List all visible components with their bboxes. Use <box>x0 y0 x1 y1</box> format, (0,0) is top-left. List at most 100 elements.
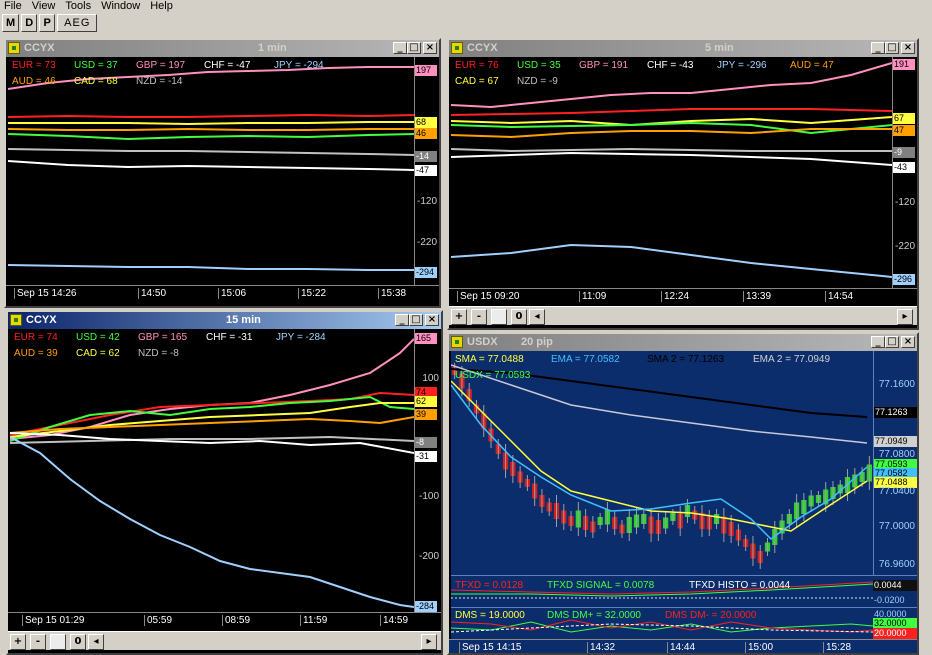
aeg-button[interactable]: AEG <box>57 14 98 32</box>
window-titlebar[interactable]: CCYX 5 min _ □ × <box>449 40 917 57</box>
grid-icon[interactable] <box>491 309 507 325</box>
legend-usdx: USDX = 77.0593 <box>455 370 531 381</box>
legend-eur: EUR = 76 <box>455 60 499 71</box>
time-label: 11:59 <box>300 615 327 626</box>
menu-file[interactable]: File <box>0 0 28 14</box>
close-icon[interactable]: × <box>423 42 437 54</box>
legend-cad: CAD = 68 <box>74 76 118 87</box>
chart-scrollbar[interactable]: + - 0 ◂ ▸ <box>449 306 917 325</box>
maximize-icon[interactable]: □ <box>885 336 899 348</box>
grid-icon[interactable] <box>50 634 66 650</box>
d-button[interactable]: D <box>21 14 38 32</box>
p-button[interactable]: P <box>39 14 56 32</box>
legend-chf: CHF = -31 <box>206 332 253 343</box>
zoom-out-button[interactable]: - <box>471 309 487 325</box>
chart-app-icon <box>451 336 463 348</box>
price-lines-chart <box>8 66 414 271</box>
y-axis: 197 68 46 -14 -47 -120 -220 -294 <box>414 57 439 285</box>
value-tag-jpy: -294 <box>415 267 437 278</box>
legend-cad: CAD = 62 <box>76 348 120 359</box>
maximize-icon[interactable]: □ <box>407 42 421 54</box>
value-tag-gbp: 165 <box>415 333 437 344</box>
value-tag-jpy: -284 <box>415 601 437 612</box>
legend-usd: USD = 42 <box>76 332 120 343</box>
reset-button[interactable]: 0 <box>511 309 527 325</box>
time-axis: Sep 15 09:20 11:09 12:24 13:39 14:54 <box>449 288 917 305</box>
window-title: USDX <box>467 336 498 348</box>
close-icon[interactable]: × <box>901 336 915 348</box>
time-label: 15:38 <box>378 288 406 299</box>
chart-app-icon <box>8 42 20 54</box>
time-label: 15:22 <box>298 288 326 299</box>
dms-pane: DMS = 19.0000 DMS DM+ = 32.0000 DMS DM- … <box>451 607 917 639</box>
window-titlebar[interactable]: CCYX 1 min _ □ × <box>6 40 439 57</box>
value-tag-sma2: 77.1263 <box>874 407 917 418</box>
zoom-out-button[interactable]: - <box>30 634 46 650</box>
y-axis: 165 100 74 62 39 -8 -31 -100 -200 -284 <box>414 329 441 612</box>
legend-dms-dm-plus: DMS DM+ = 32.0000 <box>547 610 641 621</box>
menu-bar: File View Tools Window Help <box>0 0 932 14</box>
value-tag-chf: -31 <box>415 451 437 462</box>
maximize-icon[interactable]: □ <box>885 42 899 54</box>
legend-jpy: JPY = -284 <box>276 332 326 343</box>
chart-scrollbar[interactable]: + - 0 ◂ ▸ <box>8 631 441 650</box>
value-tag-nzd: -8 <box>415 437 437 448</box>
m-button[interactable]: M <box>2 14 20 32</box>
zoom-in-button[interactable]: + <box>10 634 26 650</box>
time-axis: Sep 15 14:26 14:50 15:06 15:22 15:38 <box>6 285 439 302</box>
legend-cad: CAD = 67 <box>455 76 499 87</box>
window-titlebar[interactable]: USDX 20 pip _ □ × <box>449 334 917 351</box>
window-period: 20 pip <box>521 336 553 348</box>
value-tag-jpy: -296 <box>893 274 915 285</box>
close-icon[interactable]: × <box>901 42 915 54</box>
ccyx-1min-window[interactable]: CCYX 1 min _ □ × EUR = 73 USD = 37 GBP =… <box>4 38 441 308</box>
legend-jpy: JPY = -294 <box>274 60 324 71</box>
axis-label: -100 <box>418 491 439 502</box>
chart-app-icon <box>451 42 463 54</box>
time-label: 13:39 <box>743 291 771 302</box>
legend-sma2: SMA 2 = 77.1263 <box>647 354 725 365</box>
window-titlebar[interactable]: CCYX 15 min _ □ × <box>8 312 441 329</box>
menu-help[interactable]: Help <box>146 0 179 14</box>
ccyx-5min-window[interactable]: CCYX 5 min _ □ × EUR = 76 USD = 35 GBP =… <box>447 38 919 330</box>
close-icon[interactable]: × <box>425 314 439 326</box>
value-tag-nzd: -14 <box>415 151 437 162</box>
reset-button[interactable]: 0 <box>70 634 86 650</box>
legend-chf: CHF = -47 <box>204 60 251 71</box>
time-label: 14:50 <box>138 288 166 299</box>
chart-app-icon <box>10 314 22 326</box>
scroll-left-icon[interactable]: ◂ <box>88 634 104 650</box>
zoom-in-button[interactable]: + <box>451 309 467 325</box>
time-label: 15:00 <box>745 642 773 653</box>
minimize-icon[interactable]: _ <box>393 42 407 54</box>
scroll-right-icon[interactable]: ▸ <box>897 309 913 325</box>
legend-eur: EUR = 74 <box>14 332 58 343</box>
usdx-20pip-window[interactable]: USDX 20 pip _ □ × SMA = 77.0488 EMA = 77… <box>447 332 919 655</box>
time-label: 14:44 <box>667 642 695 653</box>
menu-tools[interactable]: Tools <box>61 0 97 14</box>
minimize-icon[interactable]: _ <box>871 42 885 54</box>
value-tag-chf: -47 <box>415 165 437 176</box>
time-label: Sep 15 14:15 <box>459 642 522 653</box>
axis-label: -120 <box>894 197 915 208</box>
ccyx-15min-window[interactable]: CCYX 15 min _ □ × EUR = 74 USD = 42 GBP … <box>6 310 443 655</box>
scroll-right-icon[interactable]: ▸ <box>421 634 437 650</box>
legend-tfxd: TFXD = 0.0128 <box>455 580 524 591</box>
menu-window[interactable]: Window <box>97 0 146 14</box>
y-axis: 77.1600 77.1263 77.0949 77.0800 77.0593 … <box>873 351 917 575</box>
scroll-left-icon[interactable]: ◂ <box>529 309 545 325</box>
value-tag-dm-minus: 20.0000 <box>873 628 917 639</box>
menu-view[interactable]: View <box>28 0 62 14</box>
minimize-icon[interactable]: _ <box>395 314 409 326</box>
time-label: 15:28 <box>823 642 851 653</box>
legend-chf: CHF = -43 <box>647 60 694 71</box>
legend-ema2: EMA 2 = 77.0949 <box>753 354 831 365</box>
minimize-icon[interactable]: _ <box>871 336 885 348</box>
candlestick-chart <box>451 363 872 569</box>
axis-label: -220 <box>416 237 437 248</box>
value-tag-aud: 39 <box>415 409 437 420</box>
window-title: CCYX <box>467 42 498 54</box>
legend-tfxd-histo: TFXD HISTO = 0.0044 <box>689 580 791 591</box>
maximize-icon[interactable]: □ <box>409 314 423 326</box>
value-tag-cad: 62 <box>415 396 437 407</box>
